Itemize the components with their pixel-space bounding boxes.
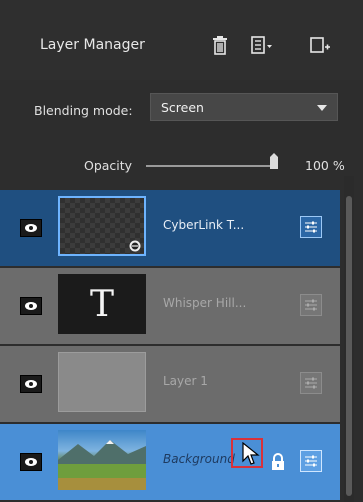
chevron-down-icon — [317, 105, 327, 111]
lock-icon[interactable] — [270, 452, 286, 472]
layer-name: Whisper Hill... — [163, 296, 247, 310]
layer-properties-icon[interactable] — [300, 294, 322, 316]
opacity-slider-handle[interactable] — [270, 153, 278, 169]
eye-icon[interactable] — [20, 453, 42, 471]
layer-properties-icon[interactable] — [300, 372, 322, 394]
text-layer-glyph: T — [89, 283, 114, 325]
panel-header: Layer Manager — [0, 0, 363, 80]
layer-thumbnail: T — [58, 274, 146, 334]
layer-item-background[interactable]: Background — [0, 424, 340, 500]
blending-mode-label: Blending mode: — [34, 103, 133, 118]
blending-mode-value: Screen — [161, 100, 204, 115]
layer-item-cyberlink[interactable]: CyberLink T... — [0, 190, 340, 266]
trash-icon[interactable] — [206, 33, 234, 57]
blending-mode-row: Blending mode: Screen — [0, 88, 363, 126]
opacity-slider-track[interactable] — [146, 165, 276, 167]
layer-list: CyberLink T... T Whisper Hill... Layer 1 — [0, 190, 340, 502]
layer-thumbnail — [58, 196, 146, 256]
layer-thumbnail — [58, 352, 146, 412]
layer-properties-icon[interactable] — [300, 450, 322, 472]
opacity-value: 100 % — [305, 158, 345, 173]
layer-list-scrollbar[interactable] — [344, 176, 354, 502]
layer-name: CyberLink T... — [163, 218, 245, 232]
eye-icon[interactable] — [20, 219, 42, 237]
layer-item-whisper-hill[interactable]: T Whisper Hill... — [0, 268, 340, 344]
eye-icon[interactable] — [20, 297, 42, 315]
opacity-row: Opacity 100 % — [0, 148, 363, 182]
layer-item-layer-1[interactable]: Layer 1 — [0, 346, 340, 422]
opacity-label: Opacity — [84, 158, 133, 173]
blending-mode-select[interactable]: Screen — [150, 93, 338, 121]
layer-effect-icon — [129, 240, 141, 252]
landscape-image — [58, 440, 146, 490]
layer-manager-panel: Layer Manager Blending mode: Screen Opac… — [0, 0, 363, 502]
eye-icon[interactable] — [20, 375, 42, 393]
scrollbar-thumb[interactable] — [346, 196, 352, 496]
layer-name: Layer 1 — [163, 374, 208, 388]
mouse-cursor-icon — [242, 441, 260, 470]
layer-thumbnail — [58, 430, 146, 490]
add-layer-icon[interactable] — [306, 33, 334, 57]
panel-title: Layer Manager — [40, 37, 145, 53]
list-menu-icon[interactable] — [248, 33, 276, 57]
layer-properties-icon[interactable] — [300, 216, 322, 238]
layer-name: Background — [163, 452, 235, 466]
